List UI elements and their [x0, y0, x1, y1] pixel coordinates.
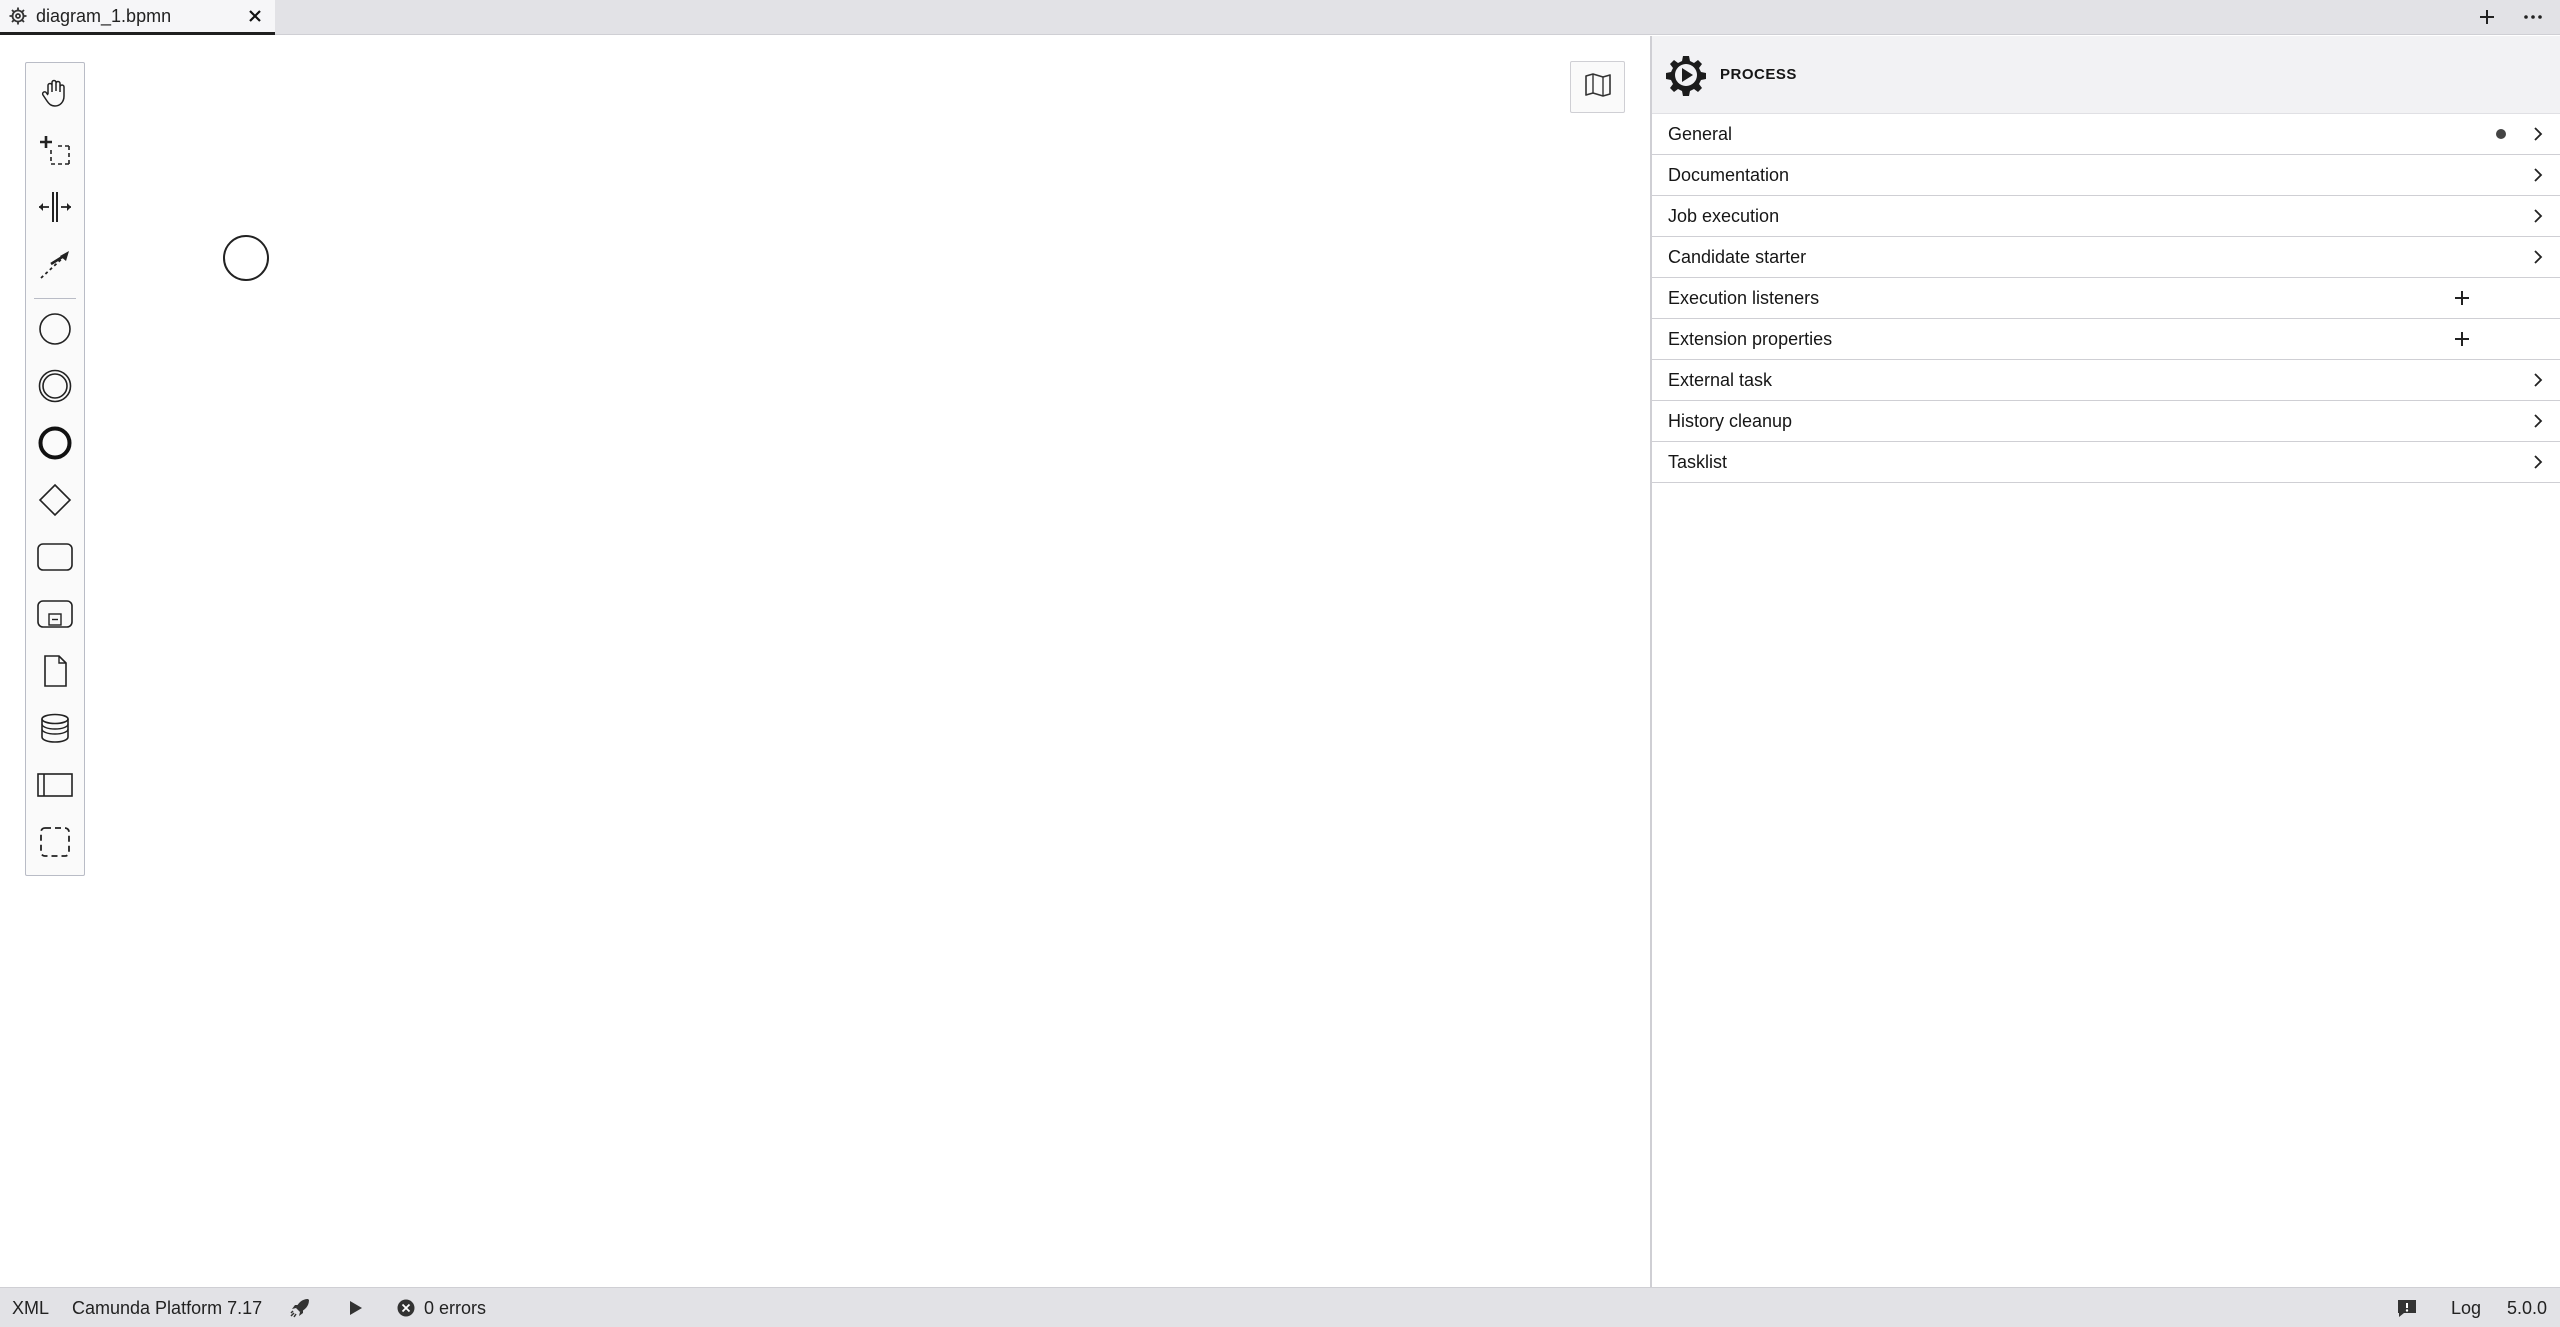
chevron-right-icon[interactable] — [2528, 370, 2548, 390]
xml-button[interactable]: XML — [12, 1288, 49, 1327]
space-tool[interactable] — [33, 187, 77, 231]
rocket-icon[interactable] — [288, 1288, 312, 1327]
plus-icon[interactable] — [2474, 4, 2500, 30]
group-label: Documentation — [1668, 164, 1790, 185]
create-task[interactable] — [33, 537, 77, 581]
create-group[interactable] — [33, 822, 77, 866]
create-end-event[interactable] — [33, 423, 77, 467]
chevron-right-icon[interactable] — [2528, 206, 2548, 226]
chevron-right-icon[interactable] — [2528, 124, 2548, 144]
palette-separator — [34, 298, 76, 299]
global-connect-tool[interactable] — [33, 244, 77, 288]
plus-icon[interactable] — [2452, 288, 2472, 308]
data-object-icon — [38, 653, 72, 694]
properties-header-title: PROCESS — [1720, 66, 1797, 83]
platform-version-button[interactable]: Camunda Platform 7.17 — [72, 1288, 262, 1327]
plus-icon[interactable] — [2452, 329, 2472, 349]
ellipsis-icon[interactable] — [2520, 4, 2546, 30]
lasso-icon — [37, 132, 73, 173]
tool-palette — [25, 62, 85, 876]
group-label: Extension properties — [1668, 328, 1833, 349]
hand-tool[interactable] — [33, 73, 77, 117]
gateway-icon — [37, 482, 73, 523]
task-icon — [36, 540, 74, 579]
data-store-icon — [38, 710, 72, 751]
end-event-icon — [37, 425, 73, 466]
lasso-tool[interactable] — [33, 130, 77, 174]
group-tasklist[interactable]: Tasklist — [1652, 442, 2560, 483]
create-start-event[interactable] — [33, 309, 77, 353]
group-label: External task — [1668, 369, 1773, 390]
group-label: Execution listeners — [1668, 287, 1820, 308]
create-subprocess[interactable] — [33, 594, 77, 638]
tab-diagram[interactable]: diagram_1.bpmn — [0, 0, 275, 35]
log-button[interactable]: Log — [2451, 1288, 2481, 1327]
minimap-toggle[interactable] — [1570, 61, 1625, 113]
gear-icon — [8, 6, 28, 26]
group-general[interactable]: General — [1652, 114, 2560, 155]
pool-icon — [36, 770, 74, 805]
chevron-right-icon[interactable] — [2528, 165, 2548, 185]
group-job-execution[interactable]: Job execution — [1652, 196, 2560, 237]
group-history-cleanup[interactable]: History cleanup — [1652, 401, 2560, 442]
group-label: Candidate starter — [1668, 246, 1807, 267]
group-label: Job execution — [1668, 205, 1780, 226]
process-icon — [1664, 53, 1708, 97]
hand-icon — [38, 76, 72, 115]
chevron-right-icon[interactable] — [2528, 247, 2548, 267]
group-extension-properties[interactable]: Extension properties — [1652, 319, 2560, 360]
group-label: General — [1668, 123, 1733, 144]
close-icon[interactable] — [245, 6, 265, 26]
subprocess-icon — [36, 597, 74, 636]
create-data-object[interactable] — [33, 651, 77, 695]
status-bar: XML Camunda Platform 7.17 0 errors Log 5… — [0, 1287, 2560, 1327]
play-icon[interactable] — [345, 1288, 365, 1327]
properties-groups: General Documentation Job execution Cand… — [1652, 114, 2560, 483]
connect-icon — [37, 246, 73, 287]
space-icon — [36, 189, 74, 230]
create-intermediate-event[interactable] — [33, 366, 77, 410]
tab-bar: diagram_1.bpmn — [0, 0, 2560, 35]
data-indicator-dot — [2496, 129, 2506, 139]
group-label: Tasklist — [1668, 451, 1728, 472]
map-icon — [1583, 71, 1613, 104]
diagram-canvas[interactable] — [0, 36, 1650, 1287]
chevron-right-icon[interactable] — [2528, 411, 2548, 431]
group-external-task[interactable]: External task — [1652, 360, 2560, 401]
create-data-store[interactable] — [33, 708, 77, 752]
group-documentation[interactable]: Documentation — [1652, 155, 2560, 196]
properties-panel: PROCESS General Documentation Job execut… — [1650, 36, 2560, 1287]
group-icon — [37, 824, 73, 865]
create-gateway[interactable] — [33, 480, 77, 524]
error-icon — [396, 1288, 416, 1327]
intermediate-event-icon — [37, 368, 73, 409]
properties-header: PROCESS — [1652, 36, 2560, 114]
errors-count[interactable]: 0 errors — [424, 1288, 486, 1327]
start-event-icon — [37, 311, 73, 352]
group-execution-listeners[interactable]: Execution listeners — [1652, 278, 2560, 319]
feedback-icon[interactable] — [2396, 1288, 2418, 1327]
chevron-right-icon[interactable] — [2528, 452, 2548, 472]
group-label: History cleanup — [1668, 410, 1793, 431]
start-event-shape[interactable] — [222, 234, 270, 282]
app-version: 5.0.0 — [2507, 1297, 2548, 1318]
group-candidate-starter[interactable]: Candidate starter — [1652, 237, 2560, 278]
create-pool[interactable] — [33, 765, 77, 809]
tab-title: diagram_1.bpmn — [36, 5, 172, 26]
